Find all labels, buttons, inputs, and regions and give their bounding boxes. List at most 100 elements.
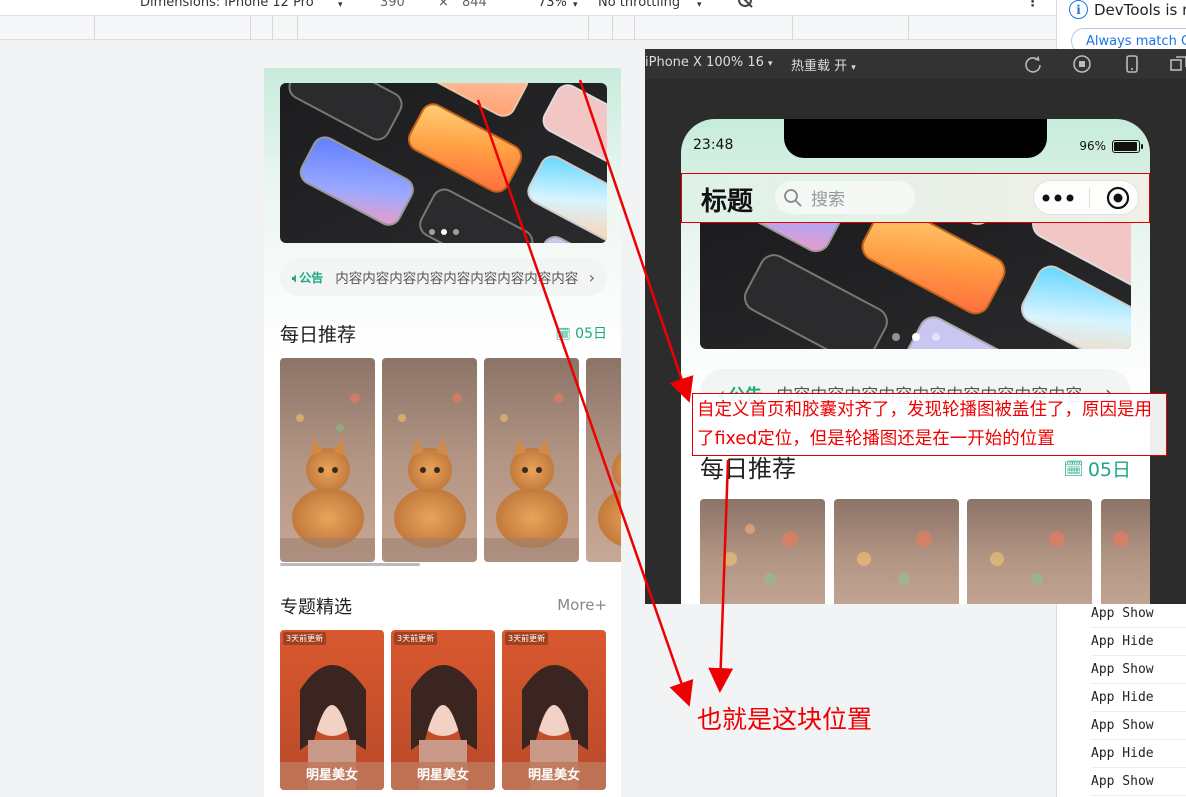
log-row: App Show [1091, 712, 1186, 740]
cat-card[interactable] [834, 499, 959, 604]
notice-text: 内容内容内容内容内容内容内容内容内容 [335, 271, 579, 287]
cat-card[interactable] [280, 358, 375, 562]
status-battery: 96% [1079, 139, 1143, 153]
chevron-right-icon: › [588, 267, 595, 287]
throttle-caret-icon[interactable]: ▾ [697, 0, 702, 10]
notice-bar[interactable]: 🔈︎公告 内容内容内容内容内容内容内容内容内容 › [280, 258, 607, 296]
daily-date-text: 05日 [575, 326, 607, 342]
dimensions-dropdown-caret-icon[interactable]: ▾ [338, 0, 343, 10]
topic-caption: 明星美女 [280, 762, 384, 790]
banner-swiper[interactable] [280, 83, 607, 243]
popout-icon[interactable] [1169, 54, 1186, 74]
cat-card[interactable] [967, 499, 1092, 604]
cat-card[interactable] [1101, 499, 1150, 604]
throttle-dropdown[interactable]: No throttling [598, 0, 680, 10]
simulator-toolbar: iPhone X 100% 16 ▾ 热重载 开 ▾ [645, 49, 1186, 79]
device-selector[interactable]: iPhone X 100% 16 ▾ [645, 55, 773, 70]
horizontal-scrollbar[interactable] [280, 563, 420, 566]
hot-reload-label: 热重载 开 [791, 59, 848, 74]
status-time: 23:48 [693, 137, 734, 153]
cat-card[interactable] [382, 358, 477, 562]
topic-card[interactable]: 3天前更新 明星美女 [280, 630, 384, 790]
miniprogram-simulator: iPhone X 100% 16 ▾ 热重载 开 ▾ 23:48 96% 标题 … [645, 49, 1186, 604]
more-dots-icon[interactable] [1042, 194, 1074, 202]
annotation-label: 也就是这块位置 [697, 705, 873, 734]
times-sign: × [438, 0, 449, 10]
swiper-dot-active[interactable] [911, 333, 920, 341]
console-log-list: App Show App Hide App Show App Hide App … [1091, 600, 1186, 796]
caret-down-icon: ▾ [851, 63, 856, 73]
cat-image [484, 358, 579, 562]
zoom-dropdown[interactable]: 73% [538, 0, 567, 10]
calendar-icon: 🗓︎ [1063, 459, 1084, 478]
search-input[interactable]: 搜索 [775, 181, 915, 214]
cat-card[interactable] [586, 358, 621, 562]
height-input[interactable]: 844 [462, 0, 487, 10]
simulator-swiper-indicators[interactable] [700, 333, 1131, 341]
topic-card[interactable]: 3天前更新 明星美女 [391, 630, 495, 790]
stop-icon[interactable] [1072, 54, 1092, 74]
simulator-banner-swiper[interactable] [700, 223, 1131, 349]
swiper-dot[interactable] [428, 229, 435, 235]
daily-title: 每日推荐 [280, 324, 357, 346]
banner-image [280, 83, 607, 243]
topic-badge: 3天前更新 [505, 632, 549, 645]
log-row: App Show [1091, 656, 1186, 684]
devtools-info-text: DevTools is n [1094, 0, 1186, 19]
swiper-dot[interactable] [931, 333, 940, 341]
swiper-dot[interactable] [891, 333, 900, 341]
swiper-dot-active[interactable] [440, 229, 447, 235]
dimensions-dropdown[interactable]: Dimensions: iPhone 12 Pro [140, 0, 314, 10]
log-row: App Hide [1091, 628, 1186, 656]
cat-card[interactable] [484, 358, 579, 562]
topic-badge: 3天前更新 [394, 632, 438, 645]
swiper-dot[interactable] [452, 229, 459, 235]
sensor-icon[interactable] [736, 0, 756, 14]
topic-list[interactable]: 3天前更新 明星美女 3天前更新 明星美女 3天前更新 明星美女 [280, 630, 607, 790]
width-input[interactable]: 390 [380, 0, 405, 10]
simulator-phone-screen: 23:48 96% 标题 搜索 每日推荐 🗓︎ 05日 [681, 119, 1150, 604]
topic-badge: 3天前更新 [283, 632, 327, 645]
cat-image [280, 358, 375, 562]
cat-image [382, 358, 477, 562]
hot-reload-toggle[interactable]: 热重载 开 ▾ [791, 55, 856, 74]
phone-icon[interactable] [1122, 54, 1142, 74]
rotate-icon[interactable] [1023, 54, 1043, 74]
miniprogram-capsule[interactable] [1033, 180, 1139, 215]
daily-date: 🗓︎ 05日 [555, 323, 607, 343]
simulator-daily-date: 🗓︎ 05日 [1064, 455, 1132, 482]
daily-card-list[interactable] [280, 358, 621, 563]
media-query-ruler[interactable] [0, 16, 1056, 40]
cat-card[interactable] [700, 499, 825, 604]
annotation-box: 自定义首页和胶囊对齐了，发现轮播图被盖住了，原因是用了fixed定位，但是轮播图… [692, 393, 1167, 456]
devtools-info: i DevTools is n [1069, 0, 1186, 19]
notice-tag-label: 公告 [299, 270, 324, 285]
cat-image [586, 358, 621, 562]
cat-image [834, 499, 959, 604]
simulator-daily-card-list[interactable] [700, 499, 1150, 604]
topic-more-link[interactable]: More+ [557, 596, 607, 614]
topic-caption: 明星美女 [502, 762, 606, 790]
search-placeholder: 搜索 [811, 190, 845, 210]
info-icon: i [1069, 0, 1088, 19]
zoom-caret-icon[interactable]: ▾ [573, 0, 578, 10]
search-icon [784, 188, 802, 207]
battery-percent: 96% [1079, 139, 1106, 153]
topic-caption: 明星美女 [391, 762, 495, 790]
close-miniprogram-icon[interactable] [1106, 186, 1130, 210]
more-options-icon[interactable]: ⋮ [1026, 0, 1039, 10]
notice-tag: 🔈︎公告 [292, 269, 323, 286]
cat-image [967, 499, 1092, 604]
topic-title: 专题精选 [280, 597, 352, 618]
emulated-page: 🔈︎公告 内容内容内容内容内容内容内容内容内容 › 每日推荐 🗓︎ 05日 专题… [264, 68, 621, 797]
topic-card[interactable]: 3天前更新 明星美女 [502, 630, 606, 790]
devtools-toolbar: Dimensions: iPhone 12 Pro ▾ 390 × 844 73… [0, 0, 1056, 16]
simulator-daily-date-text: 05日 [1087, 459, 1131, 481]
calendar-icon: 🗓︎ [555, 327, 571, 341]
cat-image [1101, 499, 1150, 604]
cat-image [700, 499, 825, 604]
nav-title: 标题 [701, 187, 754, 217]
caret-down-icon: ▾ [768, 59, 773, 69]
log-row: App Hide [1091, 740, 1186, 768]
swiper-indicators[interactable] [280, 229, 607, 235]
